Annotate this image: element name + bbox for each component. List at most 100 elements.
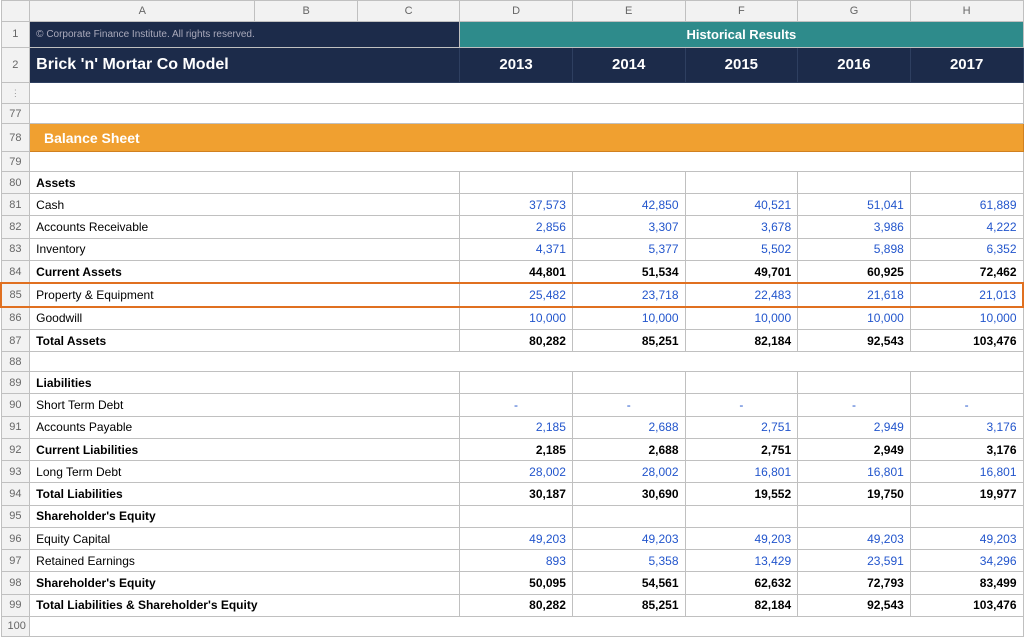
re-2014: 5,358 — [572, 550, 685, 572]
cash-2013: 37,573 — [460, 194, 573, 216]
row-num-80: 80 — [1, 171, 30, 193]
year-2013: 2013 — [460, 47, 573, 82]
se-2013: 50,095 — [460, 572, 573, 594]
se-2017: 83,499 — [910, 572, 1023, 594]
ec-label: Equity Capital — [30, 527, 460, 549]
cash-2014: 42,850 — [572, 194, 685, 216]
row-77: 77 — [1, 104, 1023, 124]
col-c-header: C — [357, 1, 459, 22]
tlse-2014: 85,251 — [572, 594, 685, 616]
ap-2014: 2,688 — [572, 416, 685, 438]
ta-2017: 103,476 — [910, 330, 1023, 352]
historical-label: Historical Results — [460, 22, 1023, 48]
col-h-header: H — [910, 1, 1023, 22]
row-num-87: 87 — [1, 330, 30, 352]
row-num-81: 81 — [1, 194, 30, 216]
col-f-header: F — [685, 1, 798, 22]
ltd-label: Long Term Debt — [30, 461, 460, 483]
col-a-header: A — [30, 1, 255, 22]
row-89: 89 Liabilities — [1, 372, 1023, 394]
re-2015: 13,429 — [685, 550, 798, 572]
tlse-label: Total Liabilities & Shareholder's Equity — [30, 594, 460, 616]
row-num-96: 96 — [1, 527, 30, 549]
ap-2013: 2,185 — [460, 416, 573, 438]
ap-2017: 3,176 — [910, 416, 1023, 438]
ppe-2017: 21,013 — [910, 283, 1023, 306]
row-99: 99 Total Liabilities & Shareholder's Equ… — [1, 594, 1023, 616]
row-86: 86 Goodwill 10,000 10,000 10,000 10,000 … — [1, 307, 1023, 330]
goodwill-2014: 10,000 — [572, 307, 685, 330]
row-88: 88 — [1, 352, 1023, 372]
row-num-86: 86 — [1, 307, 30, 330]
tl-label: Total Liabilities — [30, 483, 460, 505]
std-label: Short Term Debt — [30, 394, 460, 416]
ltd-2015: 16,801 — [685, 461, 798, 483]
cash-2015: 40,521 — [685, 194, 798, 216]
std-2014: - — [572, 394, 685, 416]
row-2: 2 Brick 'n' Mortar Co Model 2013 2014 20… — [1, 47, 1023, 82]
row-num-100: 100 — [1, 616, 30, 636]
ca-2015: 49,701 — [685, 260, 798, 283]
row-84: 84 Current Assets 44,801 51,534 49,701 6… — [1, 260, 1023, 283]
ltd-2013: 28,002 — [460, 461, 573, 483]
corner-cell — [1, 1, 30, 22]
row-96: 96 Equity Capital 49,203 49,203 49,203 4… — [1, 527, 1023, 549]
row-94: 94 Total Liabilities 30,187 30,690 19,55… — [1, 483, 1023, 505]
liabilities-label: Liabilities — [30, 372, 460, 394]
ar-2017: 4,222 — [910, 216, 1023, 238]
row-num-83: 83 — [1, 238, 30, 260]
ar-2016: 3,986 — [798, 216, 911, 238]
std-2016: - — [798, 394, 911, 416]
row-num-93: 93 — [1, 461, 30, 483]
current-assets-label: Current Assets — [30, 260, 460, 283]
balance-sheet-header: Balance Sheet — [30, 123, 1023, 151]
ca-2014: 51,534 — [572, 260, 685, 283]
re-2016: 23,591 — [798, 550, 911, 572]
ta-2013: 80,282 — [460, 330, 573, 352]
col-g-header: G — [798, 1, 911, 22]
col-b-header: B — [255, 1, 357, 22]
inventory-label: Inventory — [30, 238, 460, 260]
row-num-78: 78 — [1, 123, 30, 151]
row-num-94: 94 — [1, 483, 30, 505]
cl-2016: 2,949 — [798, 438, 911, 460]
row-83: 83 Inventory 4,371 5,377 5,502 5,898 6,3… — [1, 238, 1023, 260]
row-91: 91 Accounts Payable 2,185 2,688 2,751 2,… — [1, 416, 1023, 438]
ar-2015: 3,678 — [685, 216, 798, 238]
goodwill-label: Goodwill — [30, 307, 460, 330]
row-93: 93 Long Term Debt 28,002 28,002 16,801 1… — [1, 461, 1023, 483]
tlse-2017: 103,476 — [910, 594, 1023, 616]
row-81: 81 Cash 37,573 42,850 40,521 51,041 61,8… — [1, 194, 1023, 216]
cash-2017: 61,889 — [910, 194, 1023, 216]
row-92: 92 Current Liabilities 2,185 2,688 2,751… — [1, 438, 1023, 460]
tl-2017: 19,977 — [910, 483, 1023, 505]
row-98: 98 Shareholder's Equity 50,095 54,561 62… — [1, 572, 1023, 594]
ap-2015: 2,751 — [685, 416, 798, 438]
ec-2015: 49,203 — [685, 527, 798, 549]
se-2014: 54,561 — [572, 572, 685, 594]
tl-2013: 30,187 — [460, 483, 573, 505]
inventory-2013: 4,371 — [460, 238, 573, 260]
row-num-97: 97 — [1, 550, 30, 572]
row-num-89: 89 — [1, 372, 30, 394]
cash-2016: 51,041 — [798, 194, 911, 216]
se-2015: 62,632 — [685, 572, 798, 594]
row-num-91: 91 — [1, 416, 30, 438]
model-title: Brick 'n' Mortar Co Model — [30, 47, 460, 82]
se-2016: 72,793 — [798, 572, 911, 594]
goodwill-2013: 10,000 — [460, 307, 573, 330]
row-num-1: 1 — [1, 22, 30, 48]
ta-2016: 92,543 — [798, 330, 911, 352]
ppe-2013: 25,482 — [460, 283, 573, 306]
re-label: Retained Earnings — [30, 550, 460, 572]
tlse-2015: 82,184 — [685, 594, 798, 616]
col-e-header: E — [572, 1, 685, 22]
row-num-99: 99 — [1, 594, 30, 616]
row-num-88: 88 — [1, 352, 30, 372]
ca-2013: 44,801 — [460, 260, 573, 283]
ec-2017: 49,203 — [910, 527, 1023, 549]
ap-2016: 2,949 — [798, 416, 911, 438]
row-num-90: 90 — [1, 394, 30, 416]
ltd-2017: 16,801 — [910, 461, 1023, 483]
tl-2015: 19,552 — [685, 483, 798, 505]
